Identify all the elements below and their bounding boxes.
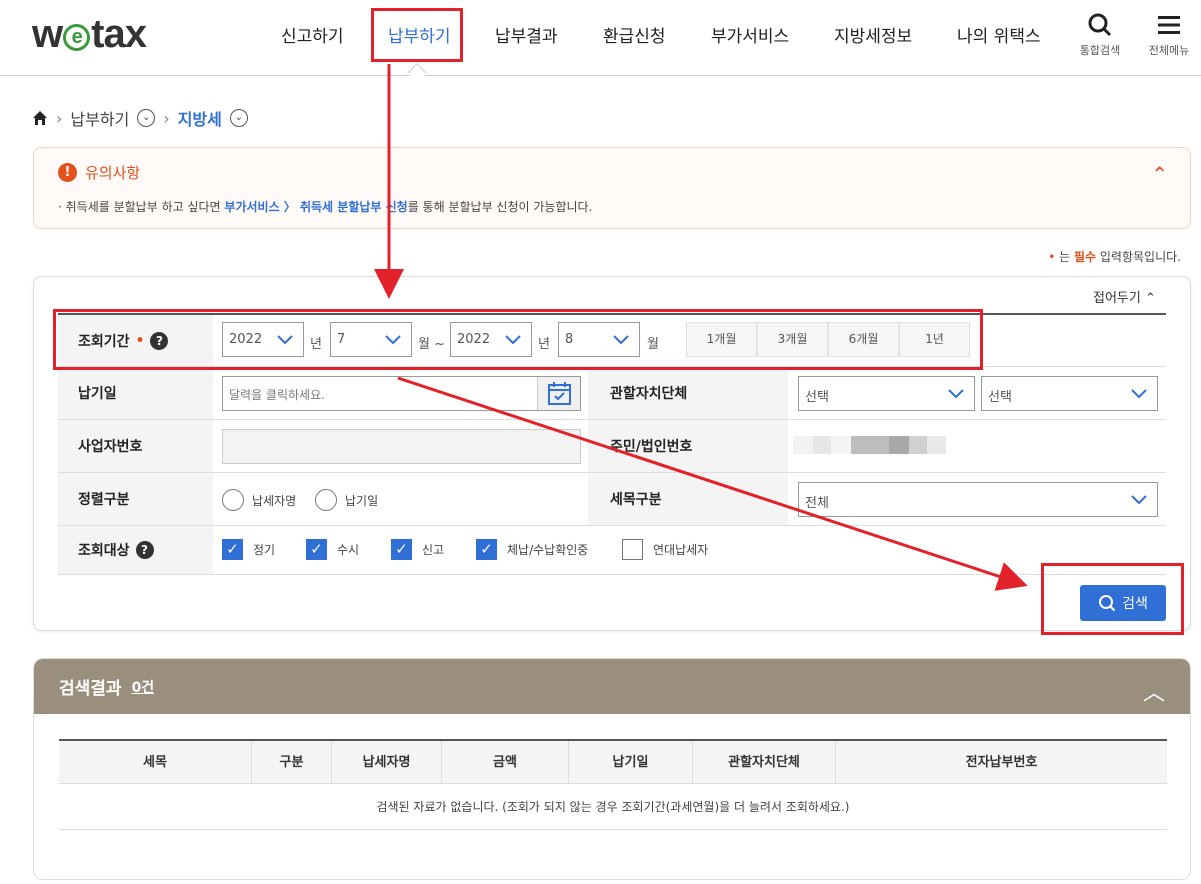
annotation-arrows (374, 64, 1028, 591)
